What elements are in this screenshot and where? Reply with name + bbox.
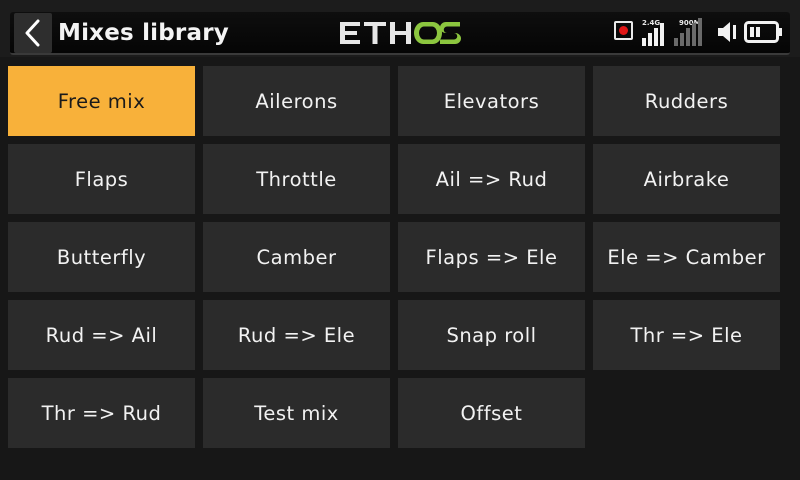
mix-snap-roll[interactable]: Snap roll <box>398 300 585 370</box>
status-area: 2.4G 900M <box>612 15 792 49</box>
mix-thr-to-rud[interactable]: Thr => Rud <box>8 378 195 448</box>
speaker-icon[interactable] <box>716 21 740 43</box>
mix-rudders[interactable]: Rudders <box>593 66 780 136</box>
back-button[interactable] <box>14 13 52 53</box>
mixes-grid: Free mix Ailerons Elevators Rudders Flap… <box>8 66 784 450</box>
mix-rud-to-ele[interactable]: Rud => Ele <box>203 300 390 370</box>
mix-camber[interactable]: Camber <box>203 222 390 292</box>
signal-900m-icon <box>674 18 714 46</box>
mix-ail-to-rud[interactable]: Ail => Rud <box>398 144 585 214</box>
mix-rud-to-ail[interactable]: Rud => Ail <box>8 300 195 370</box>
signal-2g4-icon <box>642 18 670 46</box>
page-title: Mixes library <box>58 20 229 46</box>
mix-flaps[interactable]: Flaps <box>8 144 195 214</box>
mix-ele-to-camber[interactable]: Ele => Camber <box>593 222 780 292</box>
record-icon[interactable] <box>614 21 633 40</box>
mix-free-mix[interactable]: Free mix <box>8 66 195 136</box>
mix-butterfly[interactable]: Butterfly <box>8 222 195 292</box>
mix-throttle[interactable]: Throttle <box>203 144 390 214</box>
mix-airbrake[interactable]: Airbrake <box>593 144 780 214</box>
ethos-logo <box>340 22 461 44</box>
chevron-left-icon <box>25 19 40 47</box>
mix-test-mix[interactable]: Test mix <box>203 378 390 448</box>
mix-flaps-to-ele[interactable]: Flaps => Ele <box>398 222 585 292</box>
mix-offset[interactable]: Offset <box>398 378 585 448</box>
mix-thr-to-ele[interactable]: Thr => Ele <box>593 300 780 370</box>
battery-icon <box>744 21 782 43</box>
mix-ailerons[interactable]: Ailerons <box>203 66 390 136</box>
mix-elevators[interactable]: Elevators <box>398 66 585 136</box>
